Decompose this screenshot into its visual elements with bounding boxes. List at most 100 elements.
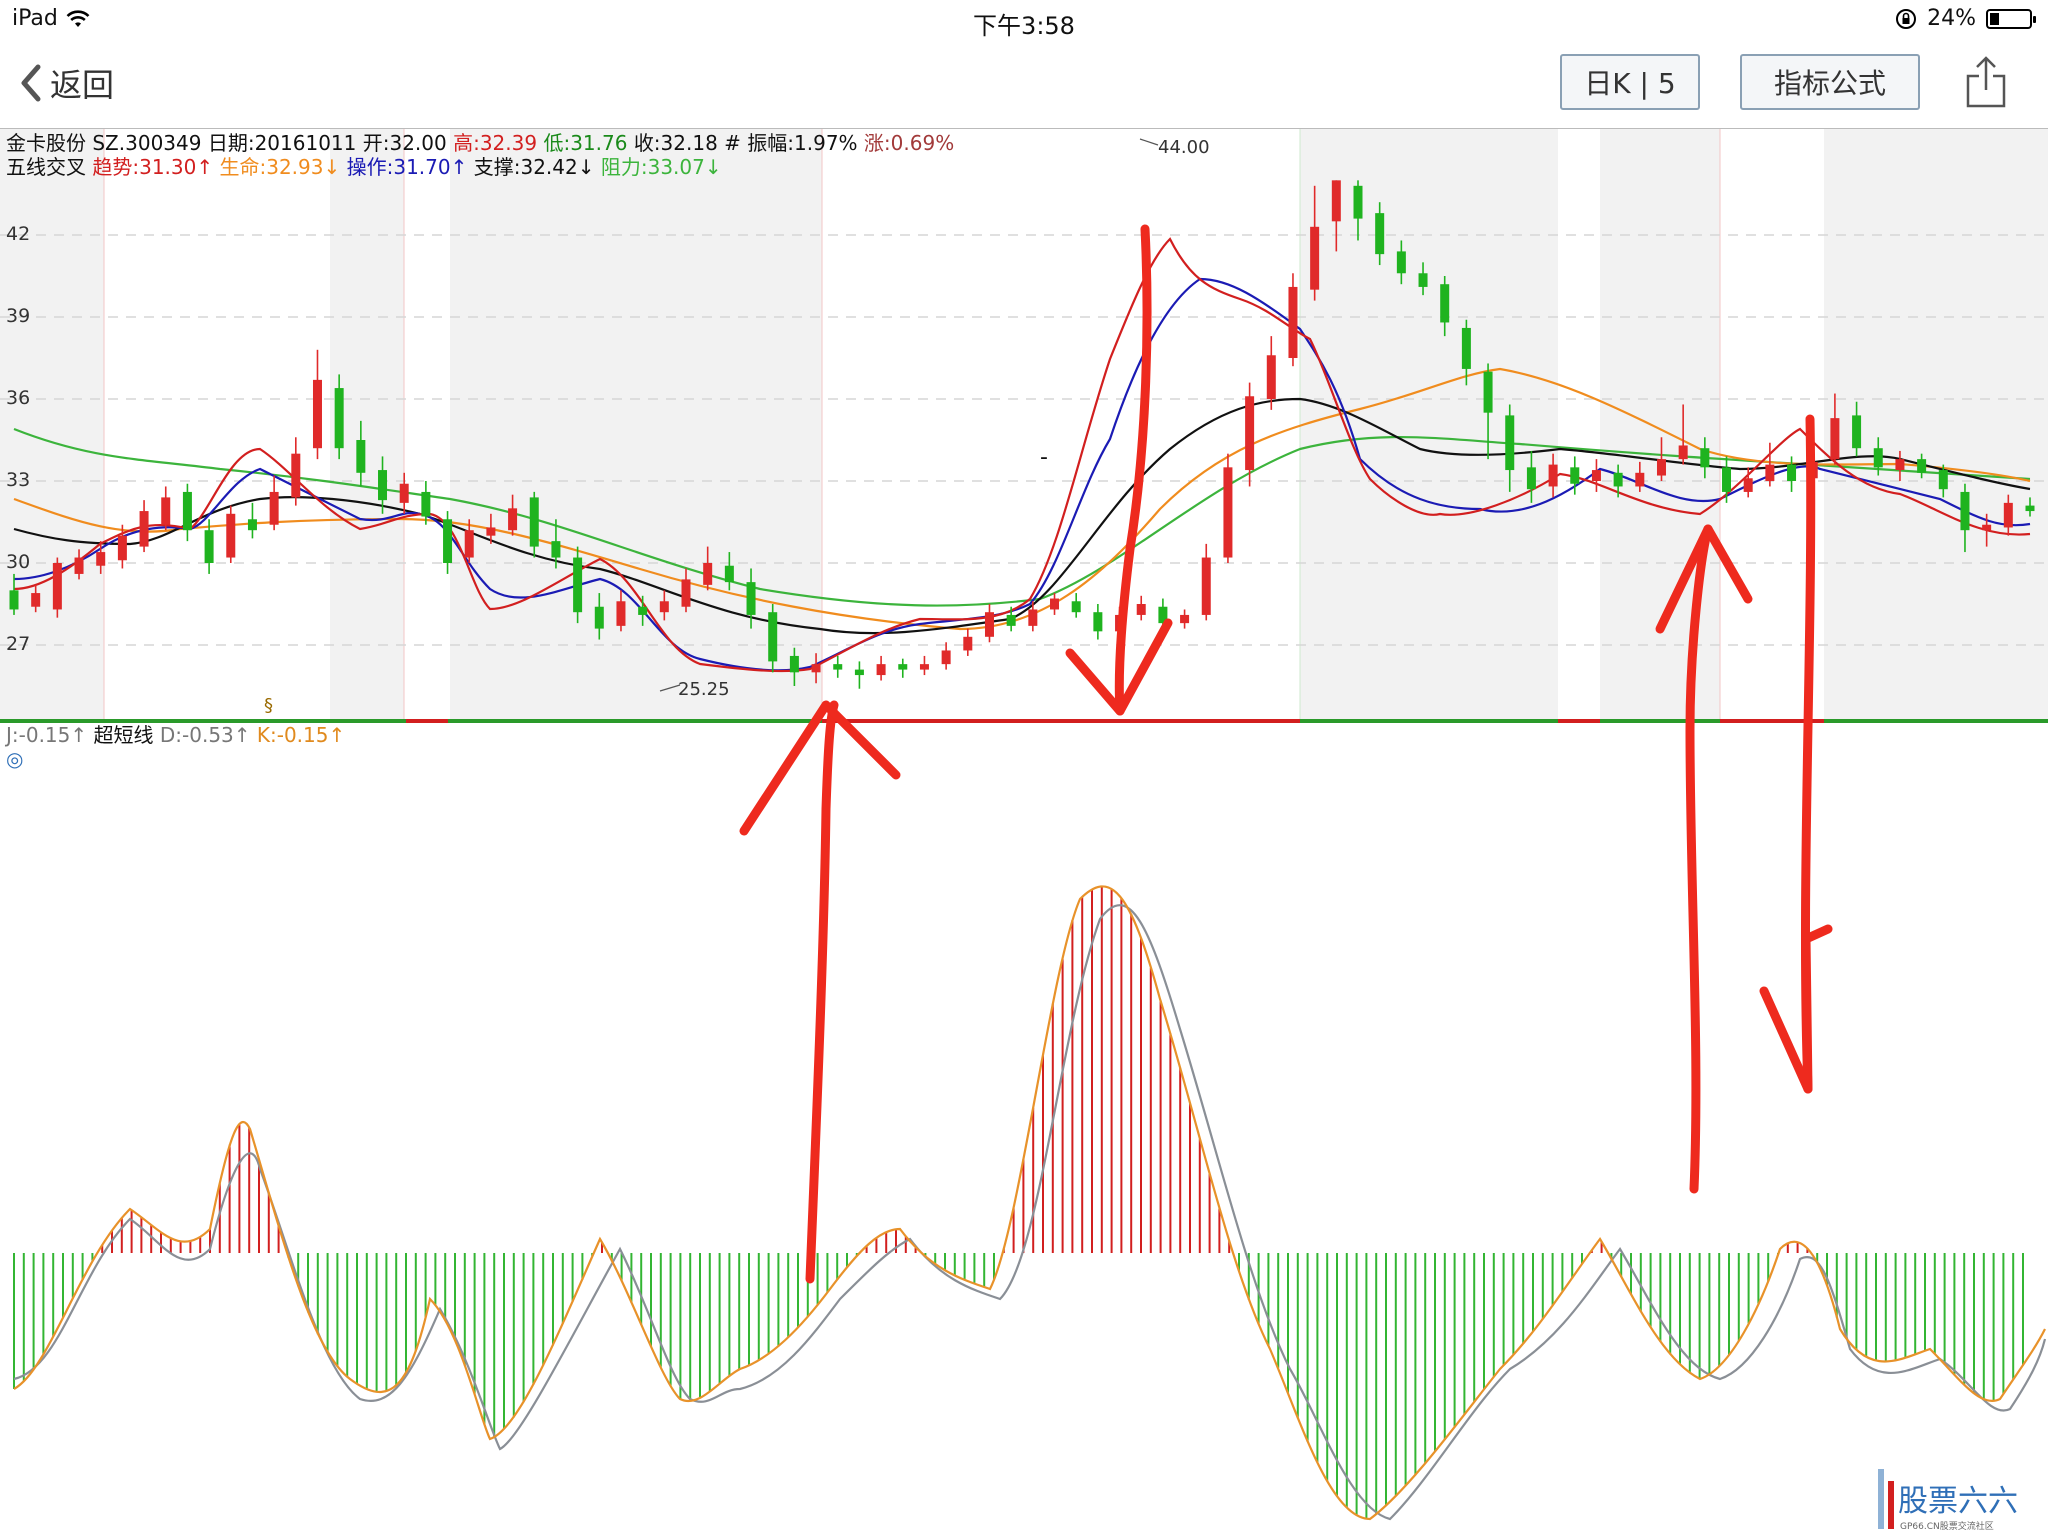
indicator-name: 五线交叉 xyxy=(6,155,86,179)
candle-body xyxy=(876,664,886,676)
candle-body xyxy=(52,563,62,610)
indicator-support: 支撑:32.42↓ xyxy=(473,155,595,179)
candle-body xyxy=(1440,284,1450,323)
candle-body xyxy=(1613,472,1623,487)
stock-change: 涨:0.69% xyxy=(863,131,955,155)
candle-body xyxy=(594,606,604,629)
ma-lines xyxy=(13,237,2031,673)
candle-body xyxy=(898,664,908,670)
candle-body xyxy=(1093,612,1103,632)
candle-body xyxy=(659,601,669,613)
stock-amplitude: # 振幅:1.97% xyxy=(724,131,858,155)
candle-body xyxy=(551,541,561,558)
kdj-mark: ◎ xyxy=(6,747,24,771)
candle-body xyxy=(1938,470,1948,490)
candle-body xyxy=(573,557,583,613)
candle-body xyxy=(1591,470,1601,481)
rotation-lock-icon xyxy=(1896,8,1917,29)
stock-code: SZ.300349 xyxy=(92,131,202,155)
candle-body xyxy=(1223,467,1233,558)
candle-body xyxy=(529,497,539,547)
candle-body xyxy=(1852,415,1862,449)
candle-body xyxy=(681,579,691,607)
candle-body xyxy=(269,491,279,525)
candle-body xyxy=(1570,467,1580,484)
share-icon[interactable] xyxy=(1964,54,2008,110)
candle-body xyxy=(1722,467,1732,492)
chart-area: 44.00 25.25 § - 股票六六 GP66.CN股票交流社区 42 39… xyxy=(0,128,2048,1537)
period-button[interactable]: 日K | 5 xyxy=(1560,54,1700,110)
candle-body xyxy=(378,470,388,501)
candle-body xyxy=(768,612,778,662)
candle-body xyxy=(638,606,648,615)
stock-low: 低:31.76 xyxy=(543,131,628,155)
stock-info-line: 金卡股份 SZ.300349 日期:20161011 开:32.00 高:32.… xyxy=(6,131,954,155)
k-line xyxy=(13,885,2046,1521)
candle-body xyxy=(1982,524,1992,531)
candle-body xyxy=(2025,505,2035,512)
candle-body xyxy=(1635,472,1645,487)
kdj-k: K:-0.15↑ xyxy=(256,723,346,747)
kdj-d: D:-0.53↑ xyxy=(159,723,251,747)
candle-body xyxy=(616,601,626,626)
battery-percent: 24% xyxy=(1927,6,1976,31)
candle-body xyxy=(486,527,496,536)
candle-body xyxy=(508,508,518,531)
candle-body xyxy=(1266,355,1276,399)
candle-body xyxy=(226,513,236,558)
price-axis-label: 36 xyxy=(6,387,31,409)
candle-body xyxy=(746,582,756,615)
candle-body xyxy=(1787,464,1797,481)
arrowhead-sell-2 xyxy=(1759,924,1833,1094)
battery-icon xyxy=(1986,8,2036,29)
arrowhead-buy-1 xyxy=(739,700,901,836)
indicator-trend: 趋势:31.30↑ xyxy=(92,155,214,179)
candle-body xyxy=(1700,448,1710,468)
candle-body xyxy=(1873,448,1883,468)
candle-body xyxy=(1245,396,1255,471)
candle-body xyxy=(182,491,192,531)
candle-body xyxy=(443,519,453,563)
candle-body xyxy=(139,511,149,547)
candle-body xyxy=(334,388,344,449)
candle-body xyxy=(399,483,409,503)
kdj-name: 超短线 xyxy=(93,723,154,747)
nav-bar: 返回 日K | 5 指标公式 xyxy=(0,40,2048,128)
candle-body xyxy=(1375,213,1385,255)
status-bar: iPad 下午3:58 24% xyxy=(0,0,2048,40)
stock-open: 开:32.00 xyxy=(362,131,447,155)
candle-body xyxy=(96,552,106,566)
stock-date: 日期:20161011 xyxy=(207,131,357,155)
candle-body xyxy=(1917,459,1927,473)
candle-body xyxy=(919,664,929,670)
formula-button[interactable]: 指标公式 xyxy=(1740,54,1920,110)
candle-body xyxy=(291,453,301,498)
back-button[interactable]: 返回 xyxy=(18,60,114,106)
stock-high: 高:32.39 xyxy=(453,131,538,155)
price-axis-label: 39 xyxy=(6,305,31,327)
trend-line xyxy=(13,237,2031,673)
candle-body xyxy=(984,612,994,637)
stock-chart: 44.00 25.25 § - 股票六六 GP66.CN股票交流社区 xyxy=(0,129,2048,1532)
candle-body xyxy=(1483,371,1493,413)
candle-body xyxy=(833,664,843,670)
candle-body xyxy=(963,636,973,651)
candle-body xyxy=(312,379,322,449)
indicator-resist: 阻力:33.07↓ xyxy=(600,155,722,179)
kdj-lines xyxy=(13,885,2047,1521)
candle-body xyxy=(1006,614,1016,626)
candle-body xyxy=(247,519,257,531)
candle-body xyxy=(31,593,41,607)
chevron-left-icon xyxy=(21,64,41,102)
status-time: 下午3:58 xyxy=(973,12,1075,40)
candle-body xyxy=(1526,467,1536,490)
low-label: 25.25 xyxy=(678,679,730,700)
dash-marker: - xyxy=(1040,445,1048,470)
candle-body xyxy=(1288,286,1298,358)
d-line xyxy=(13,904,2047,1521)
candle-body xyxy=(1136,604,1146,615)
section-marker: § xyxy=(264,695,273,716)
candle-body xyxy=(1656,459,1666,476)
candle-body xyxy=(1331,180,1341,222)
candle-body xyxy=(789,655,799,673)
